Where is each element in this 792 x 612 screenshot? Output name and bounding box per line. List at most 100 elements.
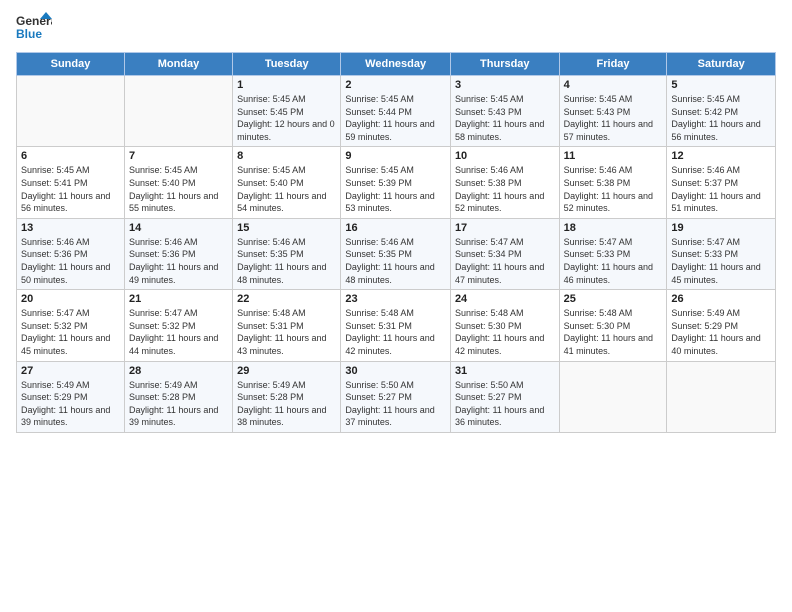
day-info: Sunrise: 5:45 AMSunset: 5:41 PMDaylight:… bbox=[21, 164, 120, 214]
weekday-header-wednesday: Wednesday bbox=[341, 53, 451, 76]
calendar-cell: 13Sunrise: 5:46 AMSunset: 5:36 PMDayligh… bbox=[17, 218, 125, 289]
calendar-week-row: 27 Sunrise: 5:49 AMSunset: 5:29 PMDayligh… bbox=[17, 361, 776, 432]
weekday-header-thursday: Thursday bbox=[450, 53, 559, 76]
calendar-cell: 18 Sunrise: 5:47 AMSunset: 5:33 PMDayligh… bbox=[559, 218, 667, 289]
day-number: 29 bbox=[237, 365, 336, 377]
svg-text:Blue: Blue bbox=[16, 27, 42, 41]
weekday-header-tuesday: Tuesday bbox=[233, 53, 341, 76]
calendar-cell: 4 Sunrise: 5:45 AMSunset: 5:43 PMDaylight… bbox=[559, 76, 667, 147]
day-number: 27 bbox=[21, 365, 120, 377]
logo: General Blue bbox=[16, 10, 52, 46]
calendar-cell: 17 Sunrise: 5:47 AMSunset: 5:34 PMDayligh… bbox=[450, 218, 559, 289]
day-info: Sunrise: 5:50 AMSunset: 5:27 PMDaylight:… bbox=[455, 379, 555, 429]
day-number: 3 bbox=[455, 79, 555, 91]
day-info: Sunrise: 5:47 AMSunset: 5:33 PMDaylight:… bbox=[564, 236, 663, 286]
day-info: Sunrise: 5:47 AMSunset: 5:32 PMDaylight:… bbox=[21, 307, 120, 357]
calendar-cell: 22 Sunrise: 5:48 AMSunset: 5:31 PMDayligh… bbox=[233, 290, 341, 361]
calendar-cell: 10 Sunrise: 5:46 AMSunset: 5:38 PMDayligh… bbox=[450, 147, 559, 218]
day-number: 5 bbox=[671, 79, 771, 91]
calendar-cell bbox=[559, 361, 667, 432]
calendar-cell: 9 Sunrise: 5:45 AMSunset: 5:39 PMDaylight… bbox=[341, 147, 451, 218]
day-info: Sunrise: 5:45 AMSunset: 5:45 PMDaylight:… bbox=[237, 93, 336, 143]
day-info: Sunrise: 5:46 AMSunset: 5:36 PMDaylight:… bbox=[129, 236, 228, 286]
calendar-cell: 28Sunrise: 5:49 AMSunset: 5:28 PMDayligh… bbox=[124, 361, 232, 432]
day-info: Sunrise: 5:48 AMSunset: 5:31 PMDaylight:… bbox=[237, 307, 336, 357]
calendar-cell: 12 Sunrise: 5:46 AMSunset: 5:37 PMDayligh… bbox=[667, 147, 776, 218]
day-number: 16 bbox=[345, 222, 446, 234]
day-number: 19 bbox=[671, 222, 771, 234]
day-info: Sunrise: 5:48 AMSunset: 5:31 PMDaylight:… bbox=[345, 307, 446, 357]
calendar-cell: 27 Sunrise: 5:49 AMSunset: 5:29 PMDayligh… bbox=[17, 361, 125, 432]
day-number: 17 bbox=[455, 222, 555, 234]
calendar-cell bbox=[17, 76, 125, 147]
day-info: Sunrise: 5:45 AMSunset: 5:42 PMDaylight:… bbox=[671, 93, 771, 143]
day-info: Sunrise: 5:45 AMSunset: 5:44 PMDaylight:… bbox=[345, 93, 446, 143]
day-number: 12 bbox=[671, 150, 771, 162]
day-info: Sunrise: 5:49 AMSunset: 5:28 PMDaylight:… bbox=[237, 379, 336, 429]
day-number: 28 bbox=[129, 365, 228, 377]
day-number: 13 bbox=[21, 222, 120, 234]
day-number: 18 bbox=[564, 222, 663, 234]
weekday-header-friday: Friday bbox=[559, 53, 667, 76]
day-info: Sunrise: 5:45 AMSunset: 5:43 PMDaylight:… bbox=[564, 93, 663, 143]
calendar-cell: 1Sunrise: 5:45 AMSunset: 5:45 PMDaylight… bbox=[233, 76, 341, 147]
day-info: Sunrise: 5:48 AMSunset: 5:30 PMDaylight:… bbox=[455, 307, 555, 357]
day-number: 25 bbox=[564, 293, 663, 305]
day-info: Sunrise: 5:46 AMSunset: 5:38 PMDaylight:… bbox=[455, 164, 555, 214]
calendar-table: SundayMondayTuesdayWednesdayThursdayFrid… bbox=[16, 52, 776, 433]
day-info: Sunrise: 5:47 AMSunset: 5:33 PMDaylight:… bbox=[671, 236, 771, 286]
day-number: 22 bbox=[237, 293, 336, 305]
day-info: Sunrise: 5:50 AMSunset: 5:27 PMDaylight:… bbox=[345, 379, 446, 429]
day-number: 30 bbox=[345, 365, 446, 377]
calendar-cell: 20 Sunrise: 5:47 AMSunset: 5:32 PMDayligh… bbox=[17, 290, 125, 361]
calendar-week-row: 6 Sunrise: 5:45 AMSunset: 5:41 PMDaylight… bbox=[17, 147, 776, 218]
calendar-week-row: 13 Sunrise: 5:46 AMSunset: 5:36 PMDayligh… bbox=[17, 218, 776, 289]
weekday-header-monday: Monday bbox=[124, 53, 232, 76]
calendar-header-row: SundayMondayTuesdayWednesdayThursdayFrid… bbox=[17, 53, 776, 76]
logo-bird-icon: General Blue bbox=[16, 10, 52, 46]
day-info: Sunrise: 5:48 AMSunset: 5:30 PMDaylight:… bbox=[564, 307, 663, 357]
day-info: Sunrise: 5:46 AMSunset: 5:35 PMDaylight:… bbox=[237, 236, 336, 286]
calendar-cell: 2 Sunrise: 5:45 AMSunset: 5:44 PMDaylight… bbox=[341, 76, 451, 147]
day-number: 9 bbox=[345, 150, 446, 162]
calendar-cell: 31 Sunrise: 5:50 AMSunset: 5:27 PMDayligh… bbox=[450, 361, 559, 432]
day-info: Sunrise: 5:45 AMSunset: 5:39 PMDaylight:… bbox=[345, 164, 446, 214]
calendar-cell: 6 Sunrise: 5:45 AMSunset: 5:41 PMDaylight… bbox=[17, 147, 125, 218]
day-number: 20 bbox=[21, 293, 120, 305]
calendar-cell: 29 Sunrise: 5:49 AMSunset: 5:28 PMDayligh… bbox=[233, 361, 341, 432]
day-number: 11 bbox=[564, 150, 663, 162]
day-number: 26 bbox=[671, 293, 771, 305]
day-number: 6 bbox=[21, 150, 120, 162]
calendar-cell: 23 Sunrise: 5:48 AMSunset: 5:31 PMDayligh… bbox=[341, 290, 451, 361]
day-info: Sunrise: 5:49 AMSunset: 5:29 PMDaylight:… bbox=[21, 379, 120, 429]
day-info: Sunrise: 5:46 AMSunset: 5:38 PMDaylight:… bbox=[564, 164, 663, 214]
day-number: 15 bbox=[237, 222, 336, 234]
day-info: Sunrise: 5:46 AMSunset: 5:35 PMDaylight:… bbox=[345, 236, 446, 286]
day-info: Sunrise: 5:49 AMSunset: 5:29 PMDaylight:… bbox=[671, 307, 771, 357]
day-info: Sunrise: 5:47 AMSunset: 5:34 PMDaylight:… bbox=[455, 236, 555, 286]
day-info: Sunrise: 5:45 AMSunset: 5:43 PMDaylight:… bbox=[455, 93, 555, 143]
weekday-header-saturday: Saturday bbox=[667, 53, 776, 76]
calendar-cell: 5 Sunrise: 5:45 AMSunset: 5:42 PMDaylight… bbox=[667, 76, 776, 147]
calendar-cell: 21Sunrise: 5:47 AMSunset: 5:32 PMDayligh… bbox=[124, 290, 232, 361]
day-number: 4 bbox=[564, 79, 663, 91]
day-number: 10 bbox=[455, 150, 555, 162]
calendar-week-row: 20 Sunrise: 5:47 AMSunset: 5:32 PMDayligh… bbox=[17, 290, 776, 361]
calendar-cell: 24Sunrise: 5:48 AMSunset: 5:30 PMDayligh… bbox=[450, 290, 559, 361]
calendar-cell: 8Sunrise: 5:45 AMSunset: 5:40 PMDaylight… bbox=[233, 147, 341, 218]
calendar-week-row: 1Sunrise: 5:45 AMSunset: 5:45 PMDaylight… bbox=[17, 76, 776, 147]
day-info: Sunrise: 5:46 AMSunset: 5:37 PMDaylight:… bbox=[671, 164, 771, 214]
day-number: 23 bbox=[345, 293, 446, 305]
day-info: Sunrise: 5:45 AMSunset: 5:40 PMDaylight:… bbox=[129, 164, 228, 214]
page: General Blue SundayMondayTuesdayWednesda… bbox=[0, 0, 792, 612]
header: General Blue bbox=[16, 10, 776, 46]
calendar-cell: 25 Sunrise: 5:48 AMSunset: 5:30 PMDayligh… bbox=[559, 290, 667, 361]
day-info: Sunrise: 5:45 AMSunset: 5:40 PMDaylight:… bbox=[237, 164, 336, 214]
calendar-cell: 30 Sunrise: 5:50 AMSunset: 5:27 PMDayligh… bbox=[341, 361, 451, 432]
day-number: 31 bbox=[455, 365, 555, 377]
calendar-cell: 15 Sunrise: 5:46 AMSunset: 5:35 PMDayligh… bbox=[233, 218, 341, 289]
day-number: 14 bbox=[129, 222, 228, 234]
day-number: 2 bbox=[345, 79, 446, 91]
calendar-cell: 26 Sunrise: 5:49 AMSunset: 5:29 PMDayligh… bbox=[667, 290, 776, 361]
calendar-cell bbox=[124, 76, 232, 147]
